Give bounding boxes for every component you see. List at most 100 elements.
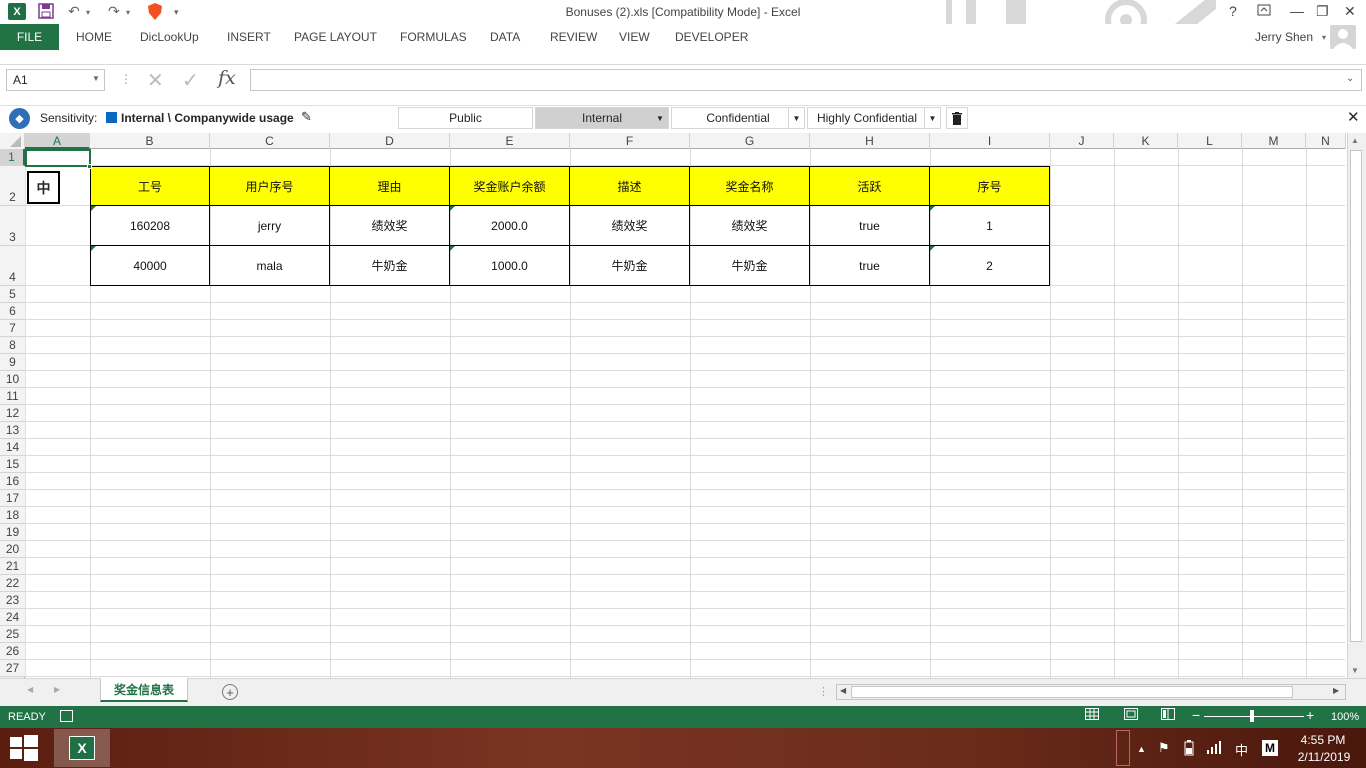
- row-header[interactable]: 13: [0, 422, 25, 439]
- column-header[interactable]: N: [1306, 133, 1346, 149]
- chevron-down-icon[interactable]: ▼: [924, 108, 940, 128]
- table-cell[interactable]: 牛奶金: [690, 246, 810, 286]
- scroll-up-icon[interactable]: ▲: [1351, 136, 1359, 145]
- ime-mode-icon[interactable]: M: [1262, 740, 1278, 756]
- column-header[interactable]: I: [930, 133, 1050, 149]
- taskbar-excel-button[interactable]: X: [54, 729, 110, 767]
- row-header[interactable]: 8: [0, 337, 25, 354]
- ime-language-icon[interactable]: 中: [1235, 740, 1248, 759]
- row-header[interactable]: 19: [0, 524, 25, 541]
- normal-view-icon[interactable]: [1085, 708, 1099, 723]
- row-header[interactable]: 17: [0, 490, 25, 507]
- scroll-right-icon[interactable]: ▶: [1333, 686, 1339, 695]
- table-cell[interactable]: 绩效奖: [570, 206, 690, 246]
- column-header[interactable]: D: [330, 133, 450, 149]
- trash-icon[interactable]: [946, 107, 968, 129]
- zoom-out-icon[interactable]: −: [1192, 707, 1200, 723]
- clock-date[interactable]: 2/11/2019: [1292, 750, 1356, 764]
- cancel-icon[interactable]: ✕: [147, 68, 164, 93]
- page-break-preview-icon[interactable]: [1161, 708, 1175, 723]
- column-header[interactable]: C: [210, 133, 330, 149]
- scroll-down-icon[interactable]: ▼: [1351, 666, 1359, 675]
- row-header[interactable]: 7: [0, 320, 25, 337]
- table-cell[interactable]: 1000.0: [450, 246, 570, 286]
- tab-home[interactable]: HOME: [76, 30, 112, 44]
- column-header[interactable]: B: [90, 133, 210, 149]
- add-sheet-icon[interactable]: +: [222, 684, 238, 700]
- sensitivity-highly-confidential-button[interactable]: Highly Confidential ▼: [807, 107, 941, 129]
- name-box[interactable]: A1: [6, 69, 105, 91]
- minimize-icon[interactable]: —: [1290, 3, 1304, 19]
- table-cell[interactable]: 1: [930, 206, 1050, 246]
- clock-time[interactable]: 4:55 PM: [1300, 733, 1346, 747]
- column-header[interactable]: F: [570, 133, 690, 149]
- taskbar-item[interactable]: [1116, 730, 1130, 766]
- select-all-button[interactable]: [0, 133, 25, 149]
- row-header[interactable]: 2: [0, 166, 25, 206]
- macro-recording-icon[interactable]: [60, 710, 73, 722]
- row-header[interactable]: 20: [0, 541, 25, 558]
- name-box-dropdown-icon[interactable]: ▼: [92, 74, 100, 83]
- table-cell[interactable]: 2: [930, 246, 1050, 286]
- zoom-slider[interactable]: [1204, 716, 1304, 717]
- column-header[interactable]: E: [450, 133, 570, 149]
- tab-developer[interactable]: DEVELOPER: [675, 30, 748, 44]
- table-cell[interactable]: 绩效奖: [330, 206, 450, 246]
- column-header[interactable]: K: [1114, 133, 1178, 149]
- show-hidden-icons-icon[interactable]: ▲: [1137, 744, 1146, 754]
- table-cell[interactable]: 160208: [90, 206, 210, 246]
- table-header-cell[interactable]: 理由: [330, 166, 450, 206]
- fill-handle[interactable]: [87, 164, 92, 169]
- active-cell-selection[interactable]: [25, 149, 91, 167]
- formula-bar-grip-icon[interactable]: ⋮: [120, 72, 132, 86]
- sensitivity-public-button[interactable]: Public: [398, 107, 533, 129]
- row-header[interactable]: 16: [0, 473, 25, 490]
- help-button[interactable]: ?: [1229, 3, 1237, 19]
- row-header[interactable]: 23: [0, 592, 25, 609]
- tab-diclookup[interactable]: DicLookUp: [140, 30, 199, 44]
- user-dropdown-icon[interactable]: ▾: [1322, 33, 1326, 42]
- tab-insert[interactable]: INSERT: [227, 30, 271, 44]
- column-header[interactable]: M: [1242, 133, 1306, 149]
- next-sheet-icon[interactable]: ▶: [54, 685, 60, 694]
- table-cell[interactable]: 2000.0: [450, 206, 570, 246]
- zoom-slider-thumb[interactable]: [1250, 710, 1254, 722]
- table-header-cell[interactable]: 用户序号: [210, 166, 330, 206]
- column-header[interactable]: J: [1050, 133, 1114, 149]
- row-header[interactable]: 9: [0, 354, 25, 371]
- row-header[interactable]: 11: [0, 388, 25, 405]
- row-header[interactable]: 6: [0, 303, 25, 320]
- expand-formula-bar-icon[interactable]: ⌄: [1346, 73, 1354, 84]
- sheet-tab[interactable]: 奖金信息表: [100, 678, 188, 702]
- close-icon[interactable]: ✕: [1347, 108, 1360, 126]
- scroll-left-icon[interactable]: ◀: [840, 686, 846, 695]
- row-header[interactable]: 21: [0, 558, 25, 575]
- edit-pencil-icon[interactable]: ✎: [301, 109, 312, 125]
- tab-data[interactable]: DATA: [490, 30, 520, 44]
- tab-split-handle-icon[interactable]: ⋮: [818, 685, 829, 698]
- formula-input[interactable]: [250, 69, 1362, 91]
- zoom-in-icon[interactable]: +: [1306, 707, 1314, 723]
- sensitivity-internal-button[interactable]: Internal ▼: [535, 107, 669, 129]
- chevron-down-icon[interactable]: ▼: [788, 108, 804, 128]
- tab-formulas[interactable]: FORMULAS: [400, 30, 467, 44]
- row-header[interactable]: 4: [0, 246, 25, 286]
- wifi-signal-icon[interactable]: [1206, 740, 1222, 757]
- row-header[interactable]: 12: [0, 405, 25, 422]
- vertical-scroll-thumb[interactable]: [1350, 150, 1362, 642]
- horizontal-scroll-thumb[interactable]: [851, 686, 1293, 698]
- row-header[interactable]: 18: [0, 507, 25, 524]
- table-header-cell[interactable]: 活跃: [810, 166, 930, 206]
- ribbon-display-options-icon[interactable]: [1257, 3, 1271, 19]
- battery-icon[interactable]: [1182, 740, 1196, 759]
- windows-start-icon[interactable]: [10, 735, 38, 761]
- row-header[interactable]: 26: [0, 643, 25, 660]
- avatar[interactable]: [1330, 25, 1356, 49]
- row-header[interactable]: 24: [0, 609, 25, 626]
- table-header-cell[interactable]: 奖金账户余额: [450, 166, 570, 206]
- row-header[interactable]: 25: [0, 626, 25, 643]
- table-header-cell[interactable]: 奖金名称: [690, 166, 810, 206]
- sensitivity-confidential-button[interactable]: Confidential ▼: [671, 107, 805, 129]
- page-layout-view-icon[interactable]: [1124, 708, 1138, 723]
- row-header[interactable]: 27: [0, 660, 25, 677]
